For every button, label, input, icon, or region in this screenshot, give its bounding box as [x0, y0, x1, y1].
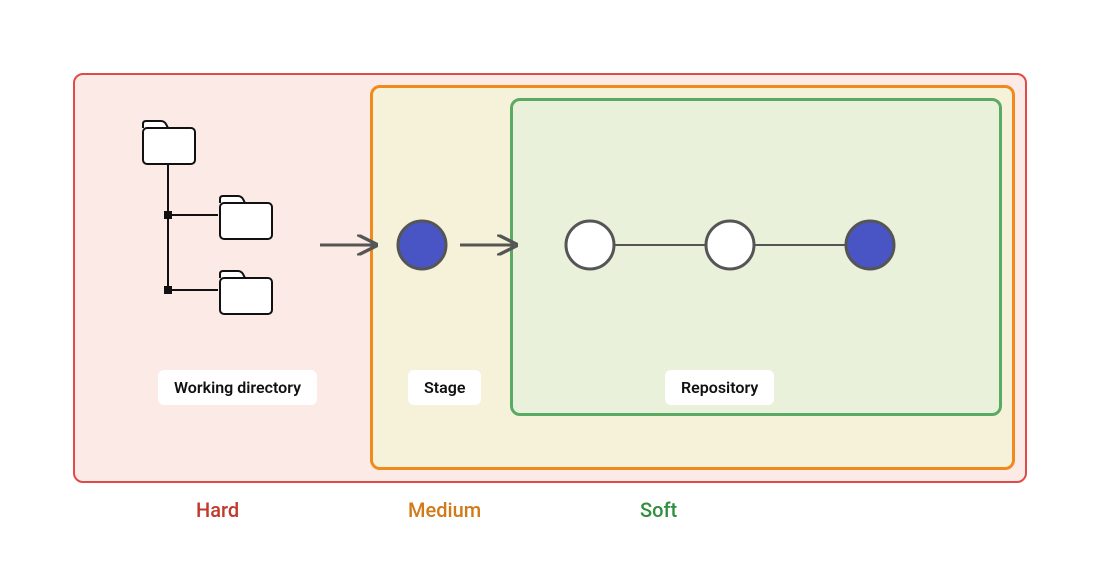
repository-label: Repository [665, 370, 774, 405]
commit-node [398, 221, 446, 269]
commit-node [706, 221, 754, 269]
soft-label: Soft [640, 498, 677, 522]
diagram-svg [0, 0, 1100, 573]
commit-node [846, 221, 894, 269]
commit-node [566, 221, 614, 269]
diagram-canvas: Working directory Stage Repository Hard … [0, 0, 1100, 573]
working-directory-label: Working directory [158, 370, 317, 405]
folder-icon [143, 121, 195, 164]
hard-label: Hard [196, 498, 239, 522]
medium-label: Medium [408, 498, 481, 522]
stage-label: Stage [408, 370, 481, 405]
folder-icon [220, 196, 272, 239]
folder-icon [220, 271, 272, 314]
